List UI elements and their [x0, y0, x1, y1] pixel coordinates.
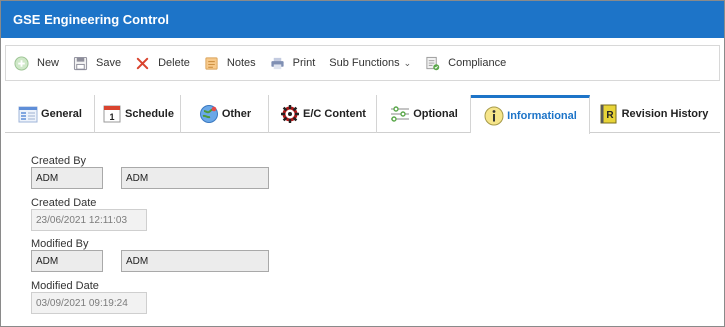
- window-title: GSE Engineering Control: [1, 1, 724, 38]
- created-by-label: Created By: [31, 155, 87, 167]
- compliance-icon: [426, 56, 440, 70]
- delete-label: Delete: [158, 57, 190, 69]
- notes-label: Notes: [226, 57, 256, 69]
- delete-button[interactable]: Delete: [135, 56, 190, 71]
- printer-icon: [271, 57, 284, 69]
- save-label: Save: [96, 57, 122, 69]
- tab-revision-history-label: Revision History: [621, 108, 709, 120]
- created-by-name-field[interactable]: ADM: [121, 167, 269, 189]
- app-window: GSE Engineering Control New Save Delete: [0, 0, 725, 327]
- floppy-disk-icon: [73, 56, 88, 70]
- toolbar: New Save Delete Notes Print Sub Function…: [5, 45, 720, 81]
- notes-button[interactable]: Notes: [204, 56, 256, 71]
- tab-schedule[interactable]: 1 Schedule: [95, 95, 181, 133]
- info-icon: [484, 106, 504, 126]
- gear-icon: [281, 105, 300, 123]
- delete-x-icon: [136, 57, 149, 69]
- svg-text:R: R: [606, 110, 614, 121]
- created-date-field[interactable]: 23/06/2021 12:11:03: [31, 209, 147, 231]
- created-by-code-field[interactable]: ADM: [31, 167, 103, 189]
- print-label: Print: [292, 57, 316, 69]
- tab-ec-content[interactable]: E/C Content: [269, 95, 377, 133]
- tab-revision-history[interactable]: R Revision History: [590, 95, 716, 133]
- tab-ec-content-label: E/C Content: [303, 108, 366, 120]
- tab-general[interactable]: General: [5, 95, 95, 133]
- globe-icon: [199, 105, 218, 123]
- modified-by-code-field[interactable]: ADM: [31, 250, 103, 272]
- sub-functions-dropdown[interactable]: Sub Functions ⌄: [329, 57, 411, 69]
- save-button[interactable]: Save: [73, 56, 121, 71]
- tab-informational-label: Informational: [507, 110, 577, 122]
- compliance-label: Compliance: [448, 57, 507, 69]
- new-button[interactable]: New: [14, 55, 60, 71]
- notes-icon: [205, 56, 218, 70]
- general-icon: [18, 106, 38, 123]
- tab-general-label: General: [41, 108, 82, 120]
- tab-other[interactable]: Other: [181, 95, 269, 133]
- revision-book-icon: R: [600, 104, 617, 124]
- calendar-icon: 1: [103, 105, 121, 123]
- tab-informational[interactable]: Informational: [471, 95, 590, 134]
- modified-date-label: Modified Date: [31, 280, 99, 292]
- modified-by-label: Modified By: [31, 238, 89, 250]
- compliance-button[interactable]: Compliance: [425, 56, 506, 71]
- tab-optional-label: Optional: [413, 108, 458, 120]
- plus-circle-icon: [14, 55, 29, 71]
- print-button[interactable]: Print: [270, 56, 316, 71]
- sub-functions-label: Sub Functions: [329, 57, 400, 69]
- sliders-icon: [391, 106, 410, 122]
- tab-schedule-label: Schedule: [125, 108, 174, 120]
- tab-bar: General 1 Schedule Other E/C Content Opt…: [5, 95, 720, 134]
- modified-by-name-field[interactable]: ADM: [121, 250, 269, 272]
- chevron-down-icon: ⌄: [403, 57, 412, 68]
- new-label: New: [37, 57, 60, 69]
- tab-optional[interactable]: Optional: [377, 95, 471, 133]
- tab-other-label: Other: [221, 108, 252, 120]
- svg-text:1: 1: [110, 112, 115, 122]
- created-date-label: Created Date: [31, 197, 97, 209]
- modified-date-field[interactable]: 03/09/2021 09:19:24: [31, 292, 147, 314]
